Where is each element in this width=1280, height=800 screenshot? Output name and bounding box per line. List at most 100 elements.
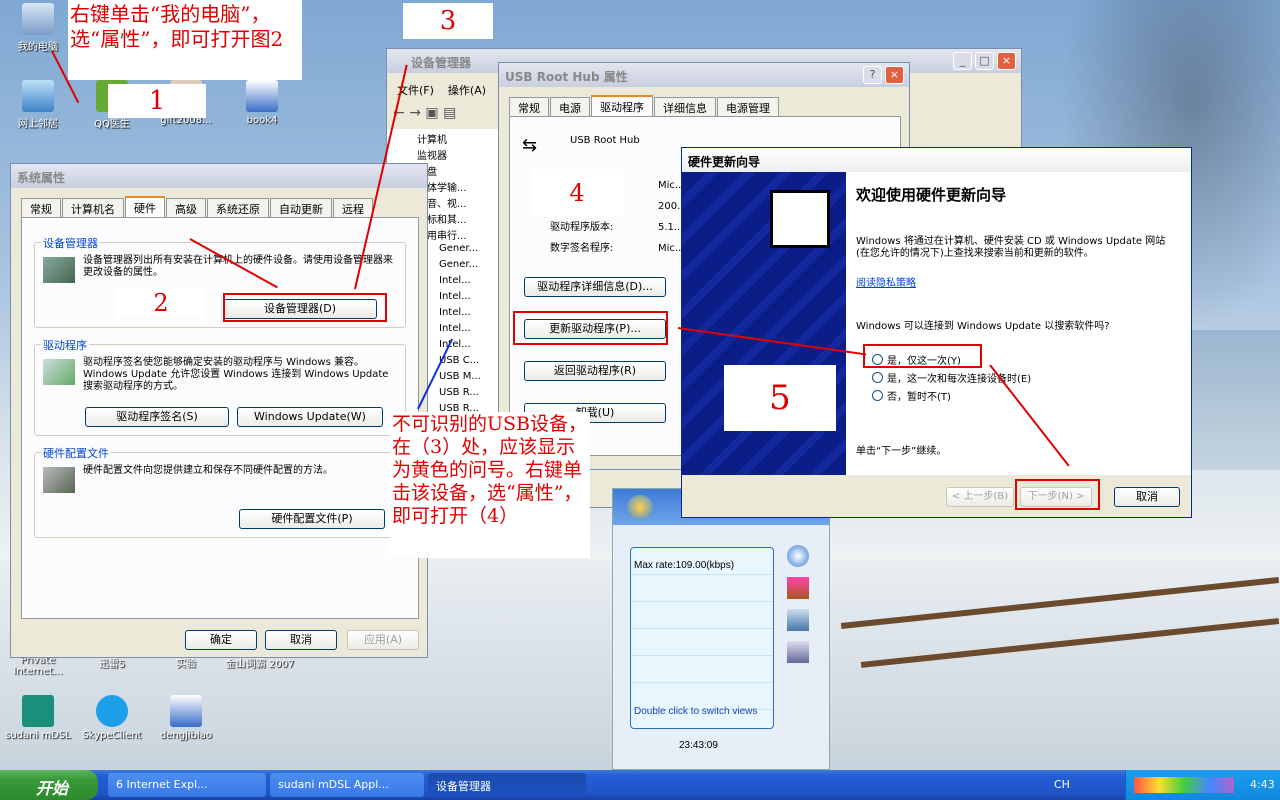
- ok-button[interactable]: 确定: [185, 630, 257, 650]
- minimize-button[interactable]: _: [953, 52, 972, 70]
- radio-icon[interactable]: [872, 390, 883, 401]
- home-icon[interactable]: [787, 577, 809, 599]
- wizard-titlebar[interactable]: 硬件更新向导: [682, 148, 1191, 172]
- task-sudani[interactable]: sudani mDSL Appl...: [270, 773, 424, 797]
- browser-icon[interactable]: [787, 545, 809, 567]
- desktop-icon-network[interactable]: 网上邻居: [0, 80, 76, 130]
- tree-item[interactable]: Intel...: [439, 323, 471, 334]
- tree-item[interactable]: USB C...: [439, 355, 479, 366]
- tree-item[interactable]: Intel...: [439, 307, 471, 318]
- cancel-button[interactable]: 取消: [265, 630, 337, 650]
- radio-icon[interactable]: [872, 372, 883, 383]
- switch-views-label: Double click to switch views: [634, 706, 758, 717]
- window-title: 系统属性: [17, 171, 66, 185]
- usb-properties-titlebar[interactable]: USB Root Hub 属性: [499, 63, 909, 87]
- driver-details-button[interactable]: 驱动程序详细信息(D)...: [524, 277, 666, 297]
- word-doc-icon: [170, 695, 202, 727]
- skype-icon: [96, 695, 128, 727]
- annotation-number-4: 4: [530, 169, 624, 217]
- group-label: 驱动程序: [41, 337, 89, 353]
- cancel-button[interactable]: 取消: [1114, 487, 1180, 507]
- maximize-button[interactable]: □: [975, 52, 994, 70]
- desktop-icon-label: 网上邻居: [18, 119, 58, 130]
- word-doc-icon: [246, 80, 278, 112]
- desktop-icon-label: book4: [246, 115, 278, 126]
- option-label: 是，这一次和每次连接设备时(E): [887, 374, 1032, 385]
- task-device-manager[interactable]: 设备管理器: [428, 773, 586, 797]
- clock[interactable]: 4:43: [1250, 778, 1275, 791]
- annotation-usb-note: 不可识别的USB设备，在（3）处，应该显示为黄色的问号。右键单击该设备，选“属性…: [390, 412, 590, 558]
- hardware-profile-button[interactable]: 硬件配置文件(P): [239, 509, 385, 529]
- view-icon[interactable]: ▣: [425, 105, 438, 121]
- back-button[interactable]: < 上一步(B): [946, 487, 1014, 507]
- tree-item[interactable]: 计算机: [417, 131, 447, 146]
- properties-icon[interactable]: ▤: [443, 105, 456, 121]
- highlight-update-driver-button: [513, 311, 668, 345]
- tree-item[interactable]: Intel...: [439, 339, 471, 350]
- desktop-icon-label: QQ医生: [94, 119, 130, 130]
- driver-signing-button[interactable]: 驱动程序签名(S): [85, 407, 229, 427]
- close-button[interactable]: ×: [885, 66, 904, 84]
- rate-widget-time: 23:43:09: [679, 740, 718, 751]
- option-yes-always[interactable]: 是，这一次和每次连接设备时(E): [872, 370, 1031, 385]
- option-no[interactable]: 否，暂时不(T): [872, 388, 951, 403]
- desktop-icon-ciba[interactable]: 金山词霸 2007: [222, 655, 298, 679]
- annotation-number-3: 3: [403, 3, 493, 39]
- tree-item[interactable]: USB M...: [439, 371, 481, 382]
- rate-widget[interactable]: Max rate:109.00(kbps) Double click to sw…: [612, 488, 830, 770]
- rate-graph[interactable]: Max rate:109.00(kbps) Double click to sw…: [630, 547, 774, 729]
- desktop-icon-skype[interactable]: SkypeClient: [74, 695, 150, 741]
- hardware-wizard-icon: [770, 190, 830, 248]
- start-button[interactable]: 开始: [0, 770, 98, 800]
- info-label: 驱动程序版本:: [550, 222, 614, 233]
- network-status-icon[interactable]: [787, 641, 809, 663]
- max-rate-label: Max rate:109.00(kbps): [634, 560, 735, 571]
- task-ie[interactable]: 6 Internet Expl...: [108, 773, 266, 797]
- desktop-icon-dengjibiao[interactable]: dengjibiao: [148, 695, 224, 741]
- system-tray: 4:43: [1125, 770, 1280, 800]
- computer-icon: [22, 3, 54, 35]
- tree-item[interactable]: Intel...: [439, 291, 471, 302]
- tree-item[interactable]: Intel...: [439, 275, 471, 286]
- driver-signing-icon: [43, 359, 75, 385]
- apply-button[interactable]: 应用(A): [347, 630, 419, 650]
- hardware-profile-desc: 硬件配置文件向您提供建立和保存不同硬件配置的方法。: [83, 465, 333, 476]
- network-icon: [22, 80, 54, 112]
- tray-icons[interactable]: [1134, 777, 1234, 793]
- window-title: 硬件更新向导: [688, 155, 761, 169]
- tree-item[interactable]: Gener...: [439, 243, 478, 254]
- rate-widget-actions: [787, 545, 813, 675]
- drivers-group: 驱动程序 驱动程序签名使您能够确定安装的驱动程序与 Windows 兼容。Win…: [34, 337, 406, 436]
- desktop-icon-private[interactable]: Private Internet...: [0, 655, 76, 677]
- wizard-continue-hint: 单击“下一步”继续。: [856, 446, 947, 457]
- wizard-intro: Windows 将通过在计算机、硬件安装 CD 或 Windows Update…: [856, 236, 1166, 259]
- usb-icon: ⇆: [522, 135, 538, 156]
- tree-item[interactable]: 监视器: [417, 147, 447, 162]
- desktop-icon-book4[interactable]: book4: [224, 80, 300, 126]
- drivers-desc: 驱动程序签名使您能够确定安装的驱动程序与 Windows 兼容。Windows …: [83, 357, 389, 392]
- rollback-driver-button[interactable]: 返回驱动程序(R): [524, 361, 666, 381]
- close-button[interactable]: ×: [997, 52, 1016, 70]
- settings-icon[interactable]: [787, 609, 809, 631]
- wizard-heading: 欢迎使用硬件更新向导: [856, 186, 1007, 204]
- hardware-update-wizard[interactable]: 硬件更新向导 欢迎使用硬件更新向导 Windows 将通过在计算机、硬件安装 C…: [681, 147, 1192, 518]
- forward-icon[interactable]: →: [409, 105, 421, 121]
- menu-action[interactable]: 操作(A): [448, 82, 486, 98]
- windows-update-button[interactable]: Windows Update(W): [237, 407, 383, 427]
- system-properties-titlebar[interactable]: 系统属性: [11, 164, 427, 188]
- desktop-icon-label: dengjibiao: [159, 730, 213, 741]
- tree-item[interactable]: Gener...: [439, 259, 478, 270]
- group-label: 硬件配置文件: [41, 445, 111, 461]
- language-indicator[interactable]: CH: [1054, 778, 1070, 791]
- desktop-icon-sudani[interactable]: sudani mDSL: [0, 695, 76, 741]
- ie-logo-icon: [627, 495, 653, 519]
- hardware-profile-group: 硬件配置文件 硬件配置文件向您提供建立和保存不同硬件配置的方法。 硬件配置文件(…: [34, 445, 406, 538]
- desktop-icon-my-computer[interactable]: 我的电脑: [0, 3, 76, 53]
- group-label: 设备管理器: [41, 235, 100, 251]
- privacy-link[interactable]: 阅读隐私策略: [856, 274, 916, 289]
- tree-item[interactable]: USB R...: [439, 387, 479, 398]
- highlight-device-manager-button: [223, 293, 387, 322]
- desktop-icon-label: 迅雷5: [98, 659, 126, 669]
- desktop-icon-label: 金山词霸 2007: [225, 659, 295, 670]
- help-button[interactable]: ?: [863, 66, 882, 84]
